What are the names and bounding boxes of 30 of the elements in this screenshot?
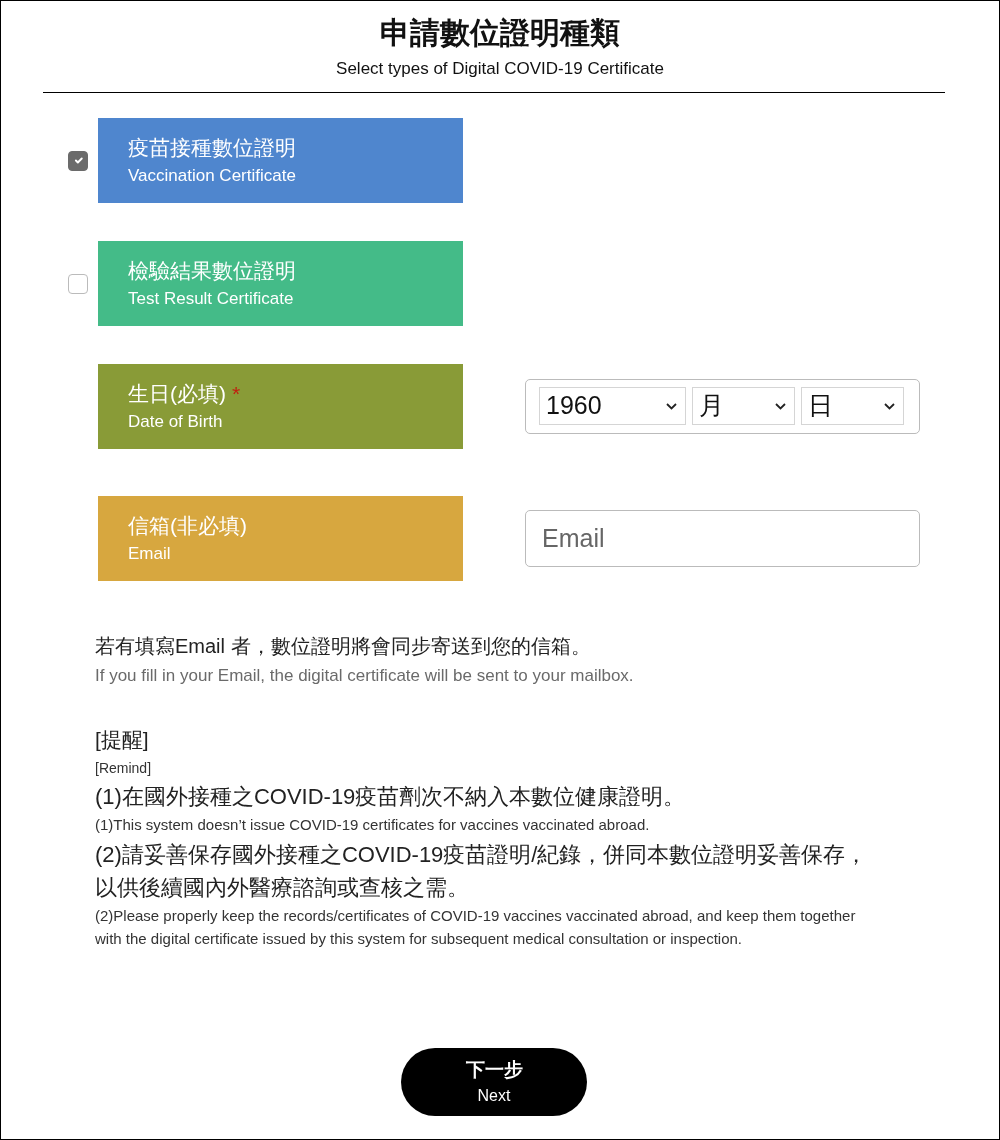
- email-note-translation: If you fill in your Email, the digital certificate will be sent to your mailbox.: [95, 665, 635, 687]
- required-asterisk: *: [232, 382, 241, 405]
- checkbox[interactable]: [68, 150, 88, 171]
- reminder-heading-translation: [Remind]: [95, 759, 153, 778]
- option-subtitle: Test Result Certificate: [128, 288, 295, 310]
- dropdown-select[interactable]: 月: [692, 387, 795, 425]
- field-label: 信箱(非必填): [128, 514, 247, 537]
- field-label-subtitle: Date of Birth: [128, 411, 224, 433]
- email-note: 若有填寫Email 者，數位證明將會同步寄送到您的信箱。: [95, 634, 592, 659]
- reminder-item: (2)請妥善保存國外接種之COVID-19疫苗證明/紀錄，併同本數位證明妥善保存，以供後續國內外醫療諮詢或查核之需。: [95, 841, 869, 902]
- dropdown-select[interactable]: 日: [801, 387, 904, 425]
- page-title: 申請數位證明種類: [379, 15, 621, 51]
- option-title: 疫苗接種數位證明: [128, 135, 297, 161]
- chevron-down-icon: [666, 402, 677, 410]
- certificate-option-card[interactable]: 疫苗接種數位證明 Vaccination Certificate: [98, 118, 463, 203]
- field-label-subtitle: Email: [128, 543, 172, 565]
- email-field[interactable]: Email: [525, 510, 920, 567]
- dropdown-select[interactable]: 1960: [539, 387, 686, 425]
- chevron-down-icon: [884, 402, 895, 410]
- page-subtitle: Select types of Digital COVID-19 Certificate: [335, 58, 665, 80]
- reminder-item-translation: (1)This system doesn’t issue COVID-19 certificates for vaccines vaccinated abroad.: [95, 815, 651, 835]
- checkbox[interactable]: [68, 273, 88, 294]
- next-button[interactable]: 下一步 Next: [401, 1048, 587, 1116]
- reminder-heading: [提醒]: [95, 727, 150, 753]
- field-label: 生日(必填): [128, 382, 226, 405]
- option-subtitle: Vaccination Certificate: [128, 165, 297, 187]
- chevron-down-icon: [775, 402, 786, 410]
- reminder-item-translation: (2)Please properly keep the records/certificates of COVID-19 vaccines vaccinated abroad, and keep them together with the digital certificate issued by this system for subsequent medical consultation or inspection.: [95, 906, 857, 949]
- reminder-item: (1)在國外接種之COVID-19疫苗劑次不納入本數位健康證明。: [95, 783, 687, 811]
- option-title: 檢驗結果數位證明: [128, 258, 297, 284]
